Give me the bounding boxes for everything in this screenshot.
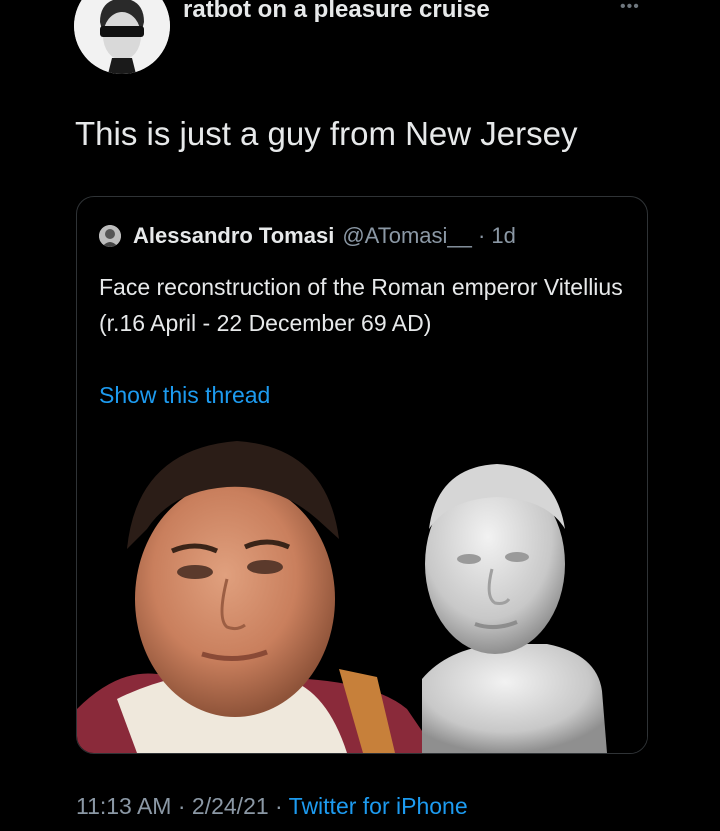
- quoted-author-name[interactable]: Alessandro Tomasi: [133, 223, 334, 249]
- quoted-tweet-text: Face reconstruction of the Roman emperor…: [99, 274, 623, 336]
- tweet-text: This is just a guy from New Jersey: [75, 115, 578, 152]
- quoted-tweet-image[interactable]: [77, 429, 647, 753]
- quoted-tweet[interactable]: Alessandro Tomasi @ATomasi__ · 1d Face r…: [76, 196, 648, 754]
- tweet-footer: 11:13 AM · 2/24/21 · Twitter for iPhone: [76, 793, 468, 820]
- quoted-author-avatar[interactable]: [99, 225, 121, 247]
- quoted-author-meta: @ATomasi__ · 1d: [342, 223, 516, 248]
- reconstruction-and-bust-image: [77, 429, 647, 753]
- author-avatar[interactable]: [74, 0, 170, 74]
- more-icon[interactable]: •••: [620, 0, 640, 16]
- quoted-avatar-icon: [99, 225, 121, 247]
- tweet-header: ratbot on a pleasure cruise •••: [0, 0, 720, 80]
- author-name[interactable]: ratbot on a pleasure cruise: [183, 0, 490, 24]
- show-thread-link[interactable]: Show this thread: [99, 382, 270, 409]
- avatar-face-icon: [74, 0, 170, 74]
- tweet-timestamp[interactable]: 11:13 AM · 2/24/21 ·: [76, 793, 289, 819]
- tweet-source-link[interactable]: Twitter for iPhone: [289, 793, 468, 819]
- quoted-tweet-header: Alessandro Tomasi @ATomasi__ · 1d: [99, 223, 516, 249]
